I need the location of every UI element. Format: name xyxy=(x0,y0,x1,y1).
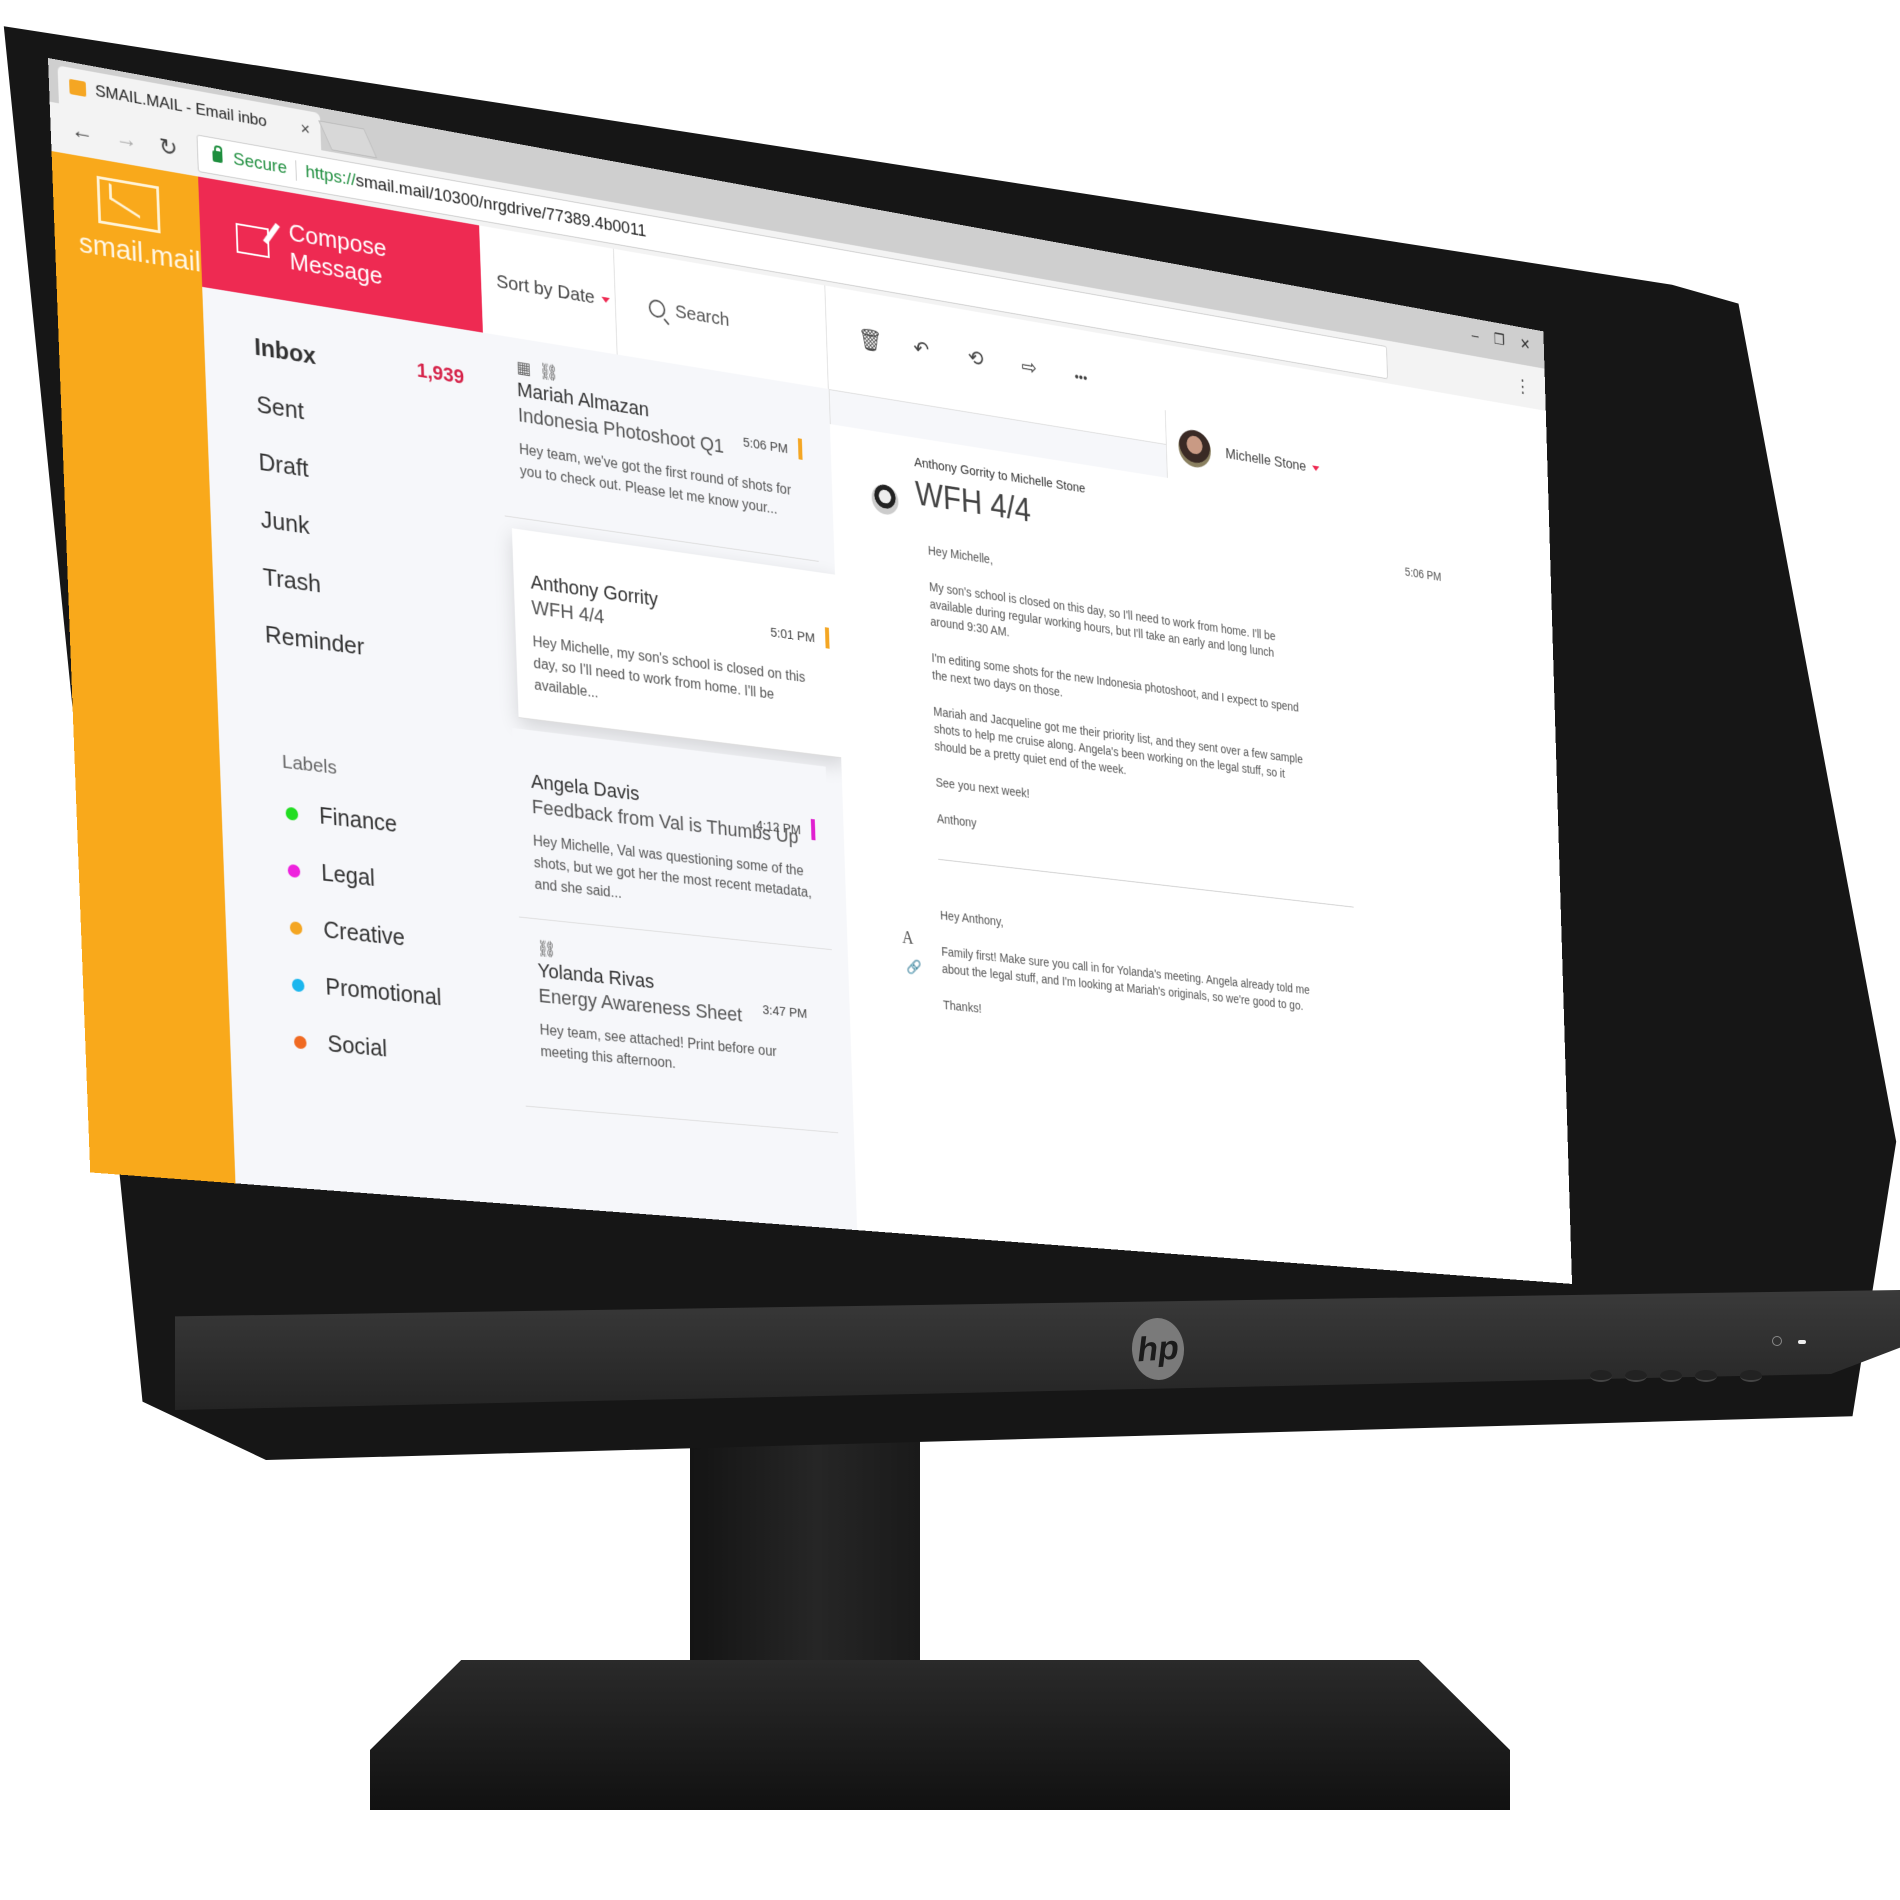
url-scheme: https:// xyxy=(305,162,357,191)
reply-all-icon[interactable]: ⟲ xyxy=(967,345,983,373)
osd-button[interactable] xyxy=(1660,1370,1682,1382)
caret-down-icon xyxy=(1311,465,1320,472)
label-name: Legal xyxy=(320,860,376,892)
search-placeholder: Search xyxy=(674,301,730,331)
monitor: hp SMAIL.MAIL - Email inbo × – ❐ ✕ ← → ↻ xyxy=(0,0,1900,1460)
envelope-logo-icon xyxy=(96,175,161,234)
osd-button[interactable] xyxy=(1590,1370,1612,1382)
unread-count: 1,939 xyxy=(416,358,465,389)
label-creative[interactable]: Creative xyxy=(289,914,405,952)
monitor-stand-base xyxy=(370,1660,1510,1810)
label-legal[interactable]: Legal xyxy=(287,856,375,892)
sort-label: Sort by Date xyxy=(495,270,596,309)
label-finance[interactable]: Finance xyxy=(285,799,397,838)
lock-icon xyxy=(212,150,223,164)
label-dot-icon xyxy=(289,920,303,935)
brand-name: smail.mail xyxy=(78,227,202,279)
restore-icon[interactable]: ❐ xyxy=(1494,330,1506,349)
nav-label: Draft xyxy=(258,447,310,483)
power-icon[interactable] xyxy=(1772,1336,1782,1346)
forward-arrow-icon[interactable]: → xyxy=(115,125,138,155)
label-dot-icon xyxy=(287,863,301,878)
folder-nav: Inbox 1,939 Sent Draft Junk Trash Remind… xyxy=(202,287,514,1204)
label-flag xyxy=(797,438,803,460)
reading-pane: Anthony Gorrity to Michelle Stone WFH 4/… xyxy=(829,424,1573,1284)
label-flag xyxy=(824,627,830,649)
message-row-selected[interactable]: Anthony Gorrity WFH 4/4 5:01 PM Hey Mich… xyxy=(511,528,846,759)
window-controls: – ❐ ✕ xyxy=(1471,326,1530,354)
browser-menu-icon[interactable]: ⋮ xyxy=(1515,375,1531,399)
message-row[interactable]: ⛓ Yolanda Rivas Energy Awareness Sheet 3… xyxy=(518,917,839,1134)
sender-avatar xyxy=(871,482,899,517)
attachment-icon: ⛓ xyxy=(536,939,557,959)
back-arrow-icon[interactable]: ← xyxy=(70,117,93,147)
label-name: Promotional xyxy=(325,974,442,1011)
forward-icon[interactable]: ⇨ xyxy=(1021,354,1037,381)
nav-item-sent[interactable]: Sent xyxy=(256,390,467,450)
label-flag xyxy=(810,818,816,841)
nav-item-draft[interactable]: Draft xyxy=(258,447,469,506)
label-dot-icon xyxy=(285,806,299,821)
power-led xyxy=(1798,1340,1806,1344)
nav-item-reminder[interactable]: Reminder xyxy=(264,620,474,676)
secure-label: Secure xyxy=(232,149,298,181)
compose-label: Compose Message xyxy=(288,217,387,290)
reply-icon[interactable]: ↶ xyxy=(913,335,930,363)
calendar-icon: ▦ xyxy=(515,357,531,379)
reload-icon[interactable]: ↻ xyxy=(159,132,178,162)
nav-label: Trash xyxy=(262,562,322,599)
label-name: Social xyxy=(327,1031,388,1063)
favicon-icon xyxy=(69,78,87,97)
label-name: Creative xyxy=(322,917,406,951)
user-name: Michelle Stone xyxy=(1225,445,1307,475)
caret-down-icon xyxy=(601,296,610,304)
screen: SMAIL.MAIL - Email inbo × – ❐ ✕ ← → ↻ Se… xyxy=(48,58,1573,1284)
avatar xyxy=(1177,427,1212,470)
osd-button[interactable] xyxy=(1695,1370,1717,1382)
search-icon xyxy=(648,298,666,319)
nav-label: Junk xyxy=(260,504,310,540)
message-row[interactable]: Angela Davis Feedback from Val is Thumbs… xyxy=(512,727,832,951)
delete-icon[interactable]: 🗑 xyxy=(858,326,883,355)
label-dot-icon xyxy=(291,977,305,992)
close-window-icon[interactable]: ✕ xyxy=(1520,335,1531,354)
nav-item-inbox[interactable]: Inbox 1,939 xyxy=(254,332,465,394)
label-dot-icon xyxy=(293,1034,307,1049)
nav-label: Inbox xyxy=(253,332,317,370)
more-icon[interactable]: ••• xyxy=(1074,370,1087,387)
label-social[interactable]: Social xyxy=(293,1028,388,1063)
message-body: Hey Michelle, My son's school is closed … xyxy=(928,541,1311,889)
attachment-icon[interactable]: 🔗 xyxy=(906,958,922,977)
reply-editor[interactable]: Hey Anthony, Family first! Make sure you… xyxy=(940,906,1316,1068)
compose-icon xyxy=(235,222,271,259)
format-text-icon[interactable]: A xyxy=(902,928,914,949)
labels-heading: Labels xyxy=(281,751,338,779)
minimize-icon[interactable]: – xyxy=(1471,326,1478,344)
nav-label: Sent xyxy=(255,389,305,425)
label-name: Finance xyxy=(318,803,398,838)
osd-button[interactable] xyxy=(1625,1370,1647,1382)
close-tab-icon[interactable]: × xyxy=(300,118,310,139)
message-time: 5:06 PM xyxy=(1404,564,1442,584)
nav-item-junk[interactable]: Junk xyxy=(260,505,471,563)
power-button[interactable] xyxy=(1740,1370,1762,1382)
nav-item-trash[interactable]: Trash xyxy=(262,562,472,619)
nav-label: Reminder xyxy=(264,619,365,661)
message-list: ▦ ⛓ Mariah Almazan Indonesia Photoshoot Q… xyxy=(482,332,858,1231)
label-promotional[interactable]: Promotional xyxy=(291,971,442,1012)
